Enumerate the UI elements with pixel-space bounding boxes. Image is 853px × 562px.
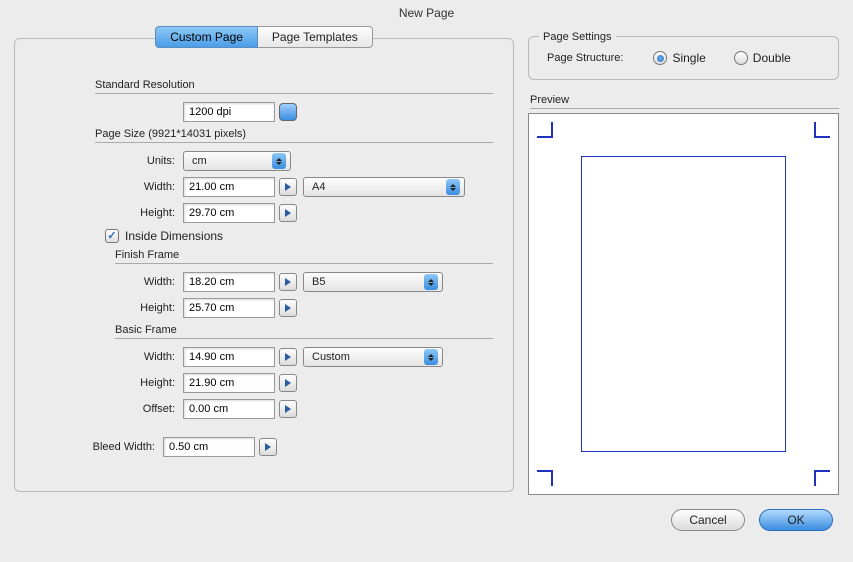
radio-double[interactable]: Double [734, 51, 791, 65]
chevron-updown-icon [424, 274, 438, 290]
custom-page-panel: Standard Resolution Page Size (9921*1403… [14, 38, 514, 492]
finish-preset-dropdown[interactable]: B5 [303, 272, 443, 292]
bleed-width-label: Bleed Width: [35, 441, 163, 453]
page-height-label: Height: [35, 207, 183, 219]
radio-single[interactable]: Single [653, 51, 705, 65]
page-width-input[interactable] [183, 177, 275, 197]
resolution-stepper[interactable] [279, 103, 297, 121]
page-height-arrow[interactable] [279, 204, 297, 222]
basic-width-arrow[interactable] [279, 348, 297, 366]
crop-mark-icon [814, 122, 830, 138]
crop-mark-icon [537, 470, 553, 486]
basic-height-label: Height: [35, 377, 183, 389]
units-label: Units: [35, 155, 183, 167]
basic-width-label: Width: [35, 351, 183, 363]
offset-arrow[interactable] [279, 400, 297, 418]
resolution-input[interactable] [183, 102, 275, 122]
inside-dimensions-label: Inside Dimensions [125, 229, 223, 243]
page-structure-label: Page Structure: [547, 52, 623, 64]
tab-custom-page[interactable]: Custom Page [155, 26, 258, 48]
page-size-section-label: Page Size (9921*14031 pixels) [95, 128, 493, 143]
finish-width-input[interactable] [183, 272, 275, 292]
units-dropdown[interactable]: cm [183, 151, 291, 171]
cancel-button[interactable]: Cancel [671, 509, 745, 531]
preview-box [528, 113, 839, 495]
page-settings-title: Page Settings [539, 31, 616, 43]
finish-height-label: Height: [35, 302, 183, 314]
finish-frame-label: Finish Frame [115, 249, 493, 264]
page-settings-panel: Page Settings Page Structure: Single Dou… [528, 36, 839, 80]
page-height-input[interactable] [183, 203, 275, 223]
offset-input[interactable] [183, 399, 275, 419]
preview-label: Preview [530, 94, 839, 109]
inside-dimensions-checkbox[interactable] [105, 229, 119, 243]
resolution-section-label: Standard Resolution [95, 79, 493, 94]
crop-mark-icon [814, 470, 830, 486]
bleed-width-arrow[interactable] [259, 438, 277, 456]
tab-bar: Custom Page Page Templates [14, 26, 514, 48]
page-width-arrow[interactable] [279, 178, 297, 196]
chevron-updown-icon [272, 153, 286, 169]
chevron-updown-icon [424, 349, 438, 365]
finish-height-input[interactable] [183, 298, 275, 318]
finish-width-label: Width: [35, 276, 183, 288]
chevron-updown-icon [446, 179, 460, 195]
basic-width-input[interactable] [183, 347, 275, 367]
basic-preset-dropdown[interactable]: Custom [303, 347, 443, 367]
basic-height-arrow[interactable] [279, 374, 297, 392]
crop-mark-icon [537, 122, 553, 138]
ok-button[interactable]: OK [759, 509, 833, 531]
page-width-label: Width: [35, 181, 183, 193]
preview-inner-frame [581, 156, 786, 452]
offset-label: Offset: [35, 403, 183, 415]
basic-frame-label: Basic Frame [115, 324, 493, 339]
finish-width-arrow[interactable] [279, 273, 297, 291]
bleed-width-input[interactable] [163, 437, 255, 457]
tab-page-templates[interactable]: Page Templates [258, 26, 373, 48]
window-title: New Page [0, 0, 853, 26]
page-preset-dropdown[interactable]: A4 [303, 177, 465, 197]
basic-height-input[interactable] [183, 373, 275, 393]
finish-height-arrow[interactable] [279, 299, 297, 317]
